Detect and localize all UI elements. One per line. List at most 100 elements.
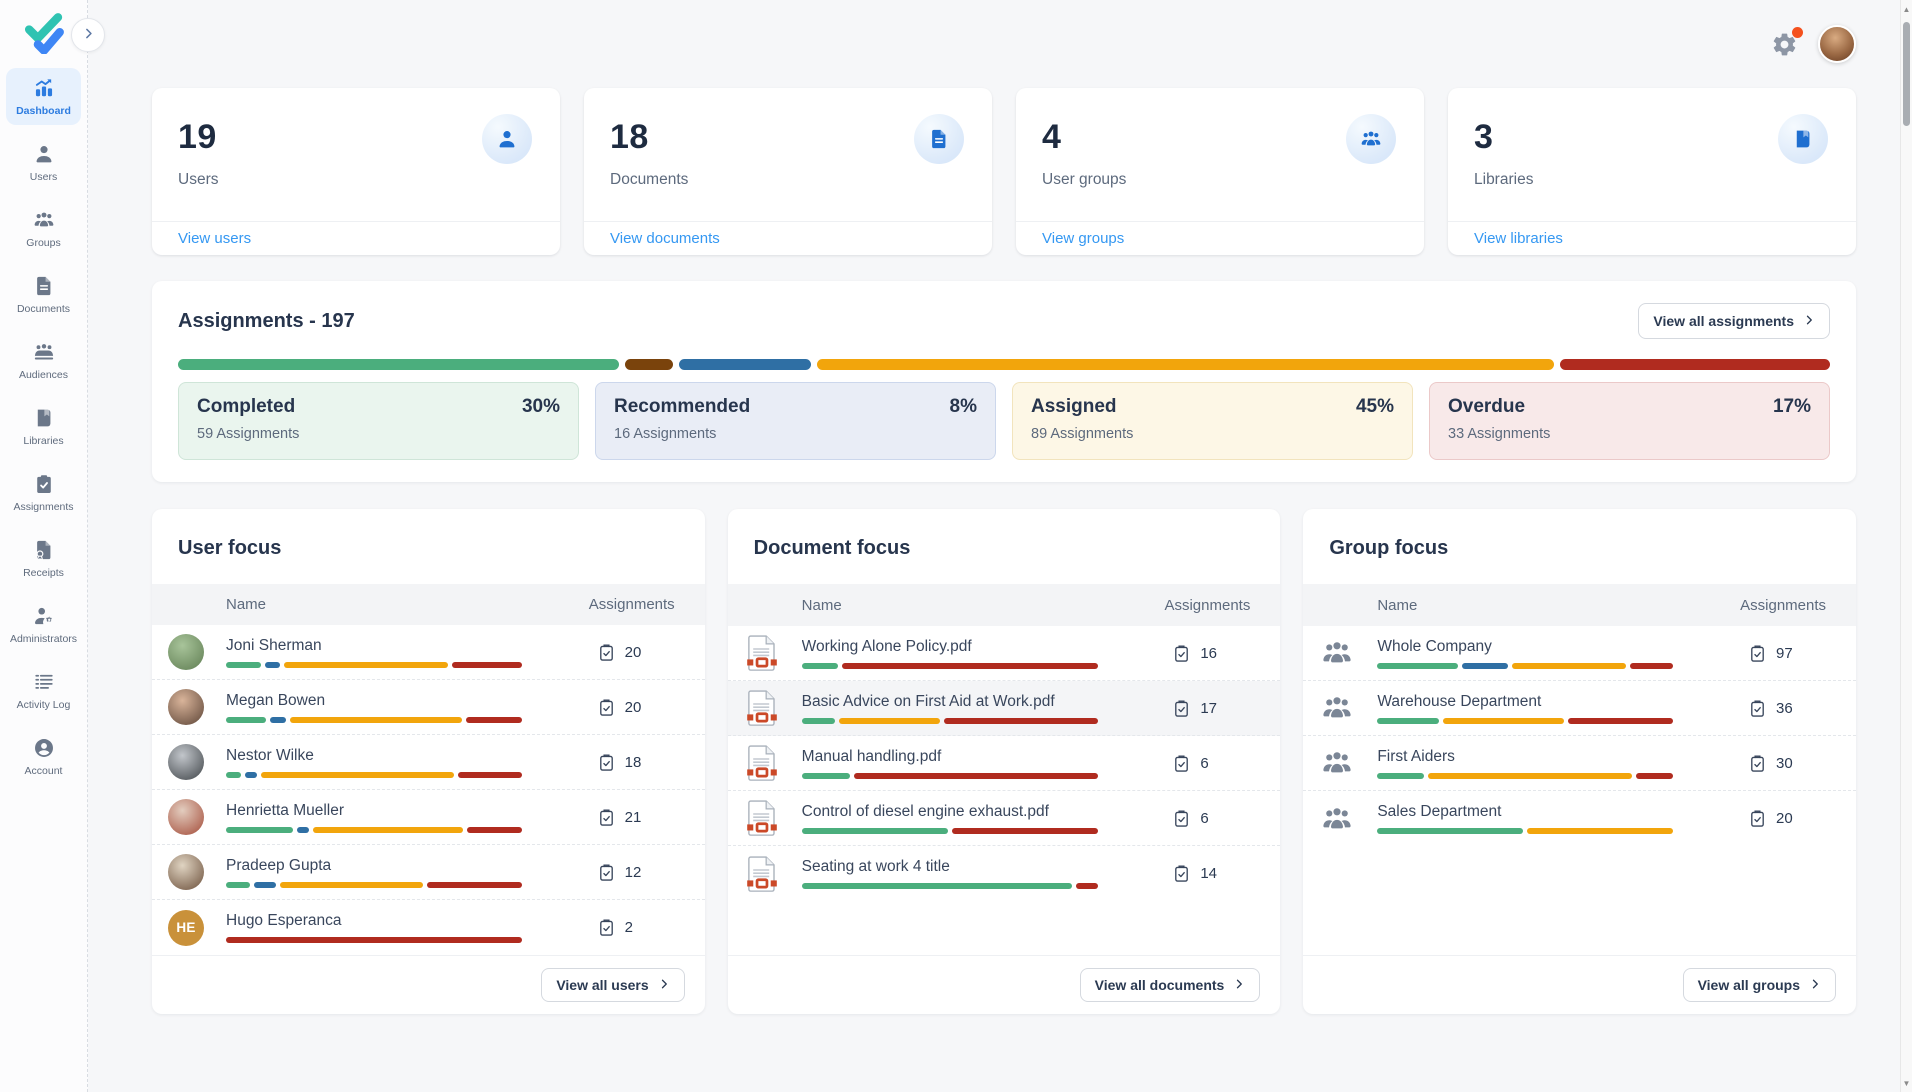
- view-libraries-link[interactable]: View libraries: [1474, 230, 1563, 247]
- clipboard-check-icon: [1172, 699, 1191, 718]
- table-body: Whole Company97Warehouse Department36Fir…: [1303, 626, 1856, 846]
- table-row[interactable]: Joni Sherman20: [152, 625, 705, 680]
- table-row[interactable]: Seating at work 4 title14: [728, 846, 1281, 901]
- sidebar-item-users[interactable]: Users: [6, 134, 81, 191]
- progress-segment: [1428, 773, 1631, 779]
- row-progress-bar: [226, 882, 522, 888]
- table-row[interactable]: Control of diesel engine exhaust.pdf6: [728, 791, 1281, 846]
- settings-button[interactable]: [1771, 31, 1798, 58]
- assignments-count-cell: 16: [1172, 644, 1280, 663]
- clipboard-check-icon: [1172, 644, 1191, 663]
- summary-percent: 45%: [1356, 396, 1394, 418]
- groups-icon: [33, 209, 55, 231]
- row-name: Hugo Esperanca: [226, 912, 597, 930]
- sidebar-item-label: Groups: [26, 237, 60, 249]
- table-row[interactable]: Working Alone Policy.pdf16: [728, 626, 1281, 681]
- scrollbar-thumb[interactable]: [1903, 22, 1910, 126]
- sidebar-item-audiences[interactable]: Audiences: [6, 332, 81, 389]
- panel-document-focus: Document focusNameAssignmentsWorking Alo…: [728, 509, 1281, 1014]
- progress-segment: [458, 772, 522, 778]
- row-progress-bar: [802, 773, 1098, 779]
- sidebar-item-dashboard[interactable]: Dashboard: [6, 68, 81, 125]
- clipboard-check-icon: [597, 863, 616, 882]
- table-row[interactable]: Sales Department20: [1303, 791, 1856, 846]
- table-row[interactable]: Megan Bowen20: [152, 680, 705, 735]
- app-logo[interactable]: [21, 12, 67, 54]
- clipboard-check-icon: [1172, 754, 1191, 773]
- view-groups-link[interactable]: View groups: [1042, 230, 1124, 247]
- notification-dot: [1792, 27, 1803, 38]
- panel-title: User focus: [152, 509, 705, 584]
- sidebar-collapse-button[interactable]: [71, 18, 105, 52]
- stat-card-users: 19UsersView users: [152, 88, 560, 255]
- sidebar-item-activity-log[interactable]: Activity Log: [6, 662, 81, 719]
- table-row[interactable]: HEHugo Esperanca2: [152, 900, 705, 955]
- vertical-scrollbar[interactable]: ▲ ▼: [1900, 0, 1912, 1092]
- table-row[interactable]: Nestor Wilke18: [152, 735, 705, 790]
- summary-percent: 30%: [522, 396, 560, 418]
- view-all-button-group-focus[interactable]: View all groups: [1683, 968, 1836, 1002]
- progress-segment: [944, 718, 1097, 724]
- profile-avatar[interactable]: [1818, 25, 1856, 63]
- pdf-icon: [744, 799, 780, 837]
- sidebar-item-account[interactable]: Account: [6, 728, 81, 785]
- progress-segment: [265, 662, 280, 668]
- sidebar-item-libraries[interactable]: Libraries: [6, 398, 81, 455]
- stat-card-libraries: 3LibrariesView libraries: [1448, 88, 1856, 255]
- table-row[interactable]: Basic Advice on First Aid at Work.pdf17: [728, 681, 1281, 736]
- user-icon: [33, 143, 55, 165]
- panel-footer: View all documents: [728, 955, 1281, 1014]
- progress-segment: [427, 882, 522, 888]
- progress-segment: [226, 937, 522, 943]
- progress-segment: [802, 828, 948, 834]
- view-all-button-user-focus[interactable]: View all users: [541, 968, 684, 1002]
- stat-label: Libraries: [1474, 171, 1830, 189]
- row-progress-bar: [226, 827, 522, 833]
- table-row[interactable]: Whole Company97: [1303, 626, 1856, 681]
- dashboard-icon: [33, 77, 55, 99]
- progress-segment: [1377, 828, 1523, 834]
- clipboard-check-icon: [597, 643, 616, 662]
- scrollbar-up-arrow[interactable]: ▲: [1901, 2, 1912, 16]
- view-users-link[interactable]: View users: [178, 230, 251, 247]
- view-documents-link[interactable]: View documents: [610, 230, 720, 247]
- user-icon: [496, 128, 518, 150]
- row-progress-bar: [802, 718, 1098, 724]
- table-row[interactable]: Manual handling.pdf6: [728, 736, 1281, 791]
- clipboard-check-icon: [597, 698, 616, 717]
- progress-segment: [226, 662, 261, 668]
- table-row[interactable]: First Aiders30: [1303, 736, 1856, 791]
- sidebar-item-assignments[interactable]: Assignments: [6, 464, 81, 521]
- assignments-count: 30: [1776, 755, 1793, 772]
- table-row[interactable]: Henrietta Mueller21: [152, 790, 705, 845]
- progress-segment: [467, 827, 522, 833]
- table-row[interactable]: Warehouse Department36: [1303, 681, 1856, 736]
- chevron-right-icon: [658, 977, 670, 993]
- view-all-button-document-focus[interactable]: View all documents: [1080, 968, 1261, 1002]
- progress-segment: [226, 827, 293, 833]
- row-name: Working Alone Policy.pdf: [802, 638, 1173, 656]
- avatar: [168, 634, 204, 670]
- view-all-assignments-button[interactable]: View all assignments: [1638, 303, 1830, 339]
- assignments-count: 2: [625, 919, 633, 936]
- scrollbar-down-arrow[interactable]: ▼: [1901, 1076, 1912, 1090]
- assignments-count-cell: 97: [1748, 644, 1856, 663]
- table-row[interactable]: Pradeep Gupta12: [152, 845, 705, 900]
- table-header: NameAssignments: [152, 584, 705, 625]
- admin-icon: [33, 605, 55, 627]
- sidebar-item-documents[interactable]: Documents: [6, 266, 81, 323]
- assignments-count-cell: 12: [597, 863, 705, 882]
- stat-card-user-groups: 4User groupsView groups: [1016, 88, 1424, 255]
- assignments-title: Assignments - 197: [178, 310, 355, 333]
- sidebar-item-administrators[interactable]: Administrators: [6, 596, 81, 653]
- avatar: [168, 799, 204, 835]
- progress-segment: [1630, 663, 1673, 669]
- row-name: Megan Bowen: [226, 692, 597, 710]
- sidebar-item-receipts[interactable]: Receipts: [6, 530, 81, 587]
- view-all-assignments-label: View all assignments: [1653, 313, 1794, 329]
- clipboard-check-icon: [1172, 864, 1191, 883]
- progress-segment: [254, 882, 275, 888]
- sidebar-item-groups[interactable]: Groups: [6, 200, 81, 257]
- stat-card-documents: 18DocumentsView documents: [584, 88, 992, 255]
- chevron-right-icon: [1803, 313, 1815, 329]
